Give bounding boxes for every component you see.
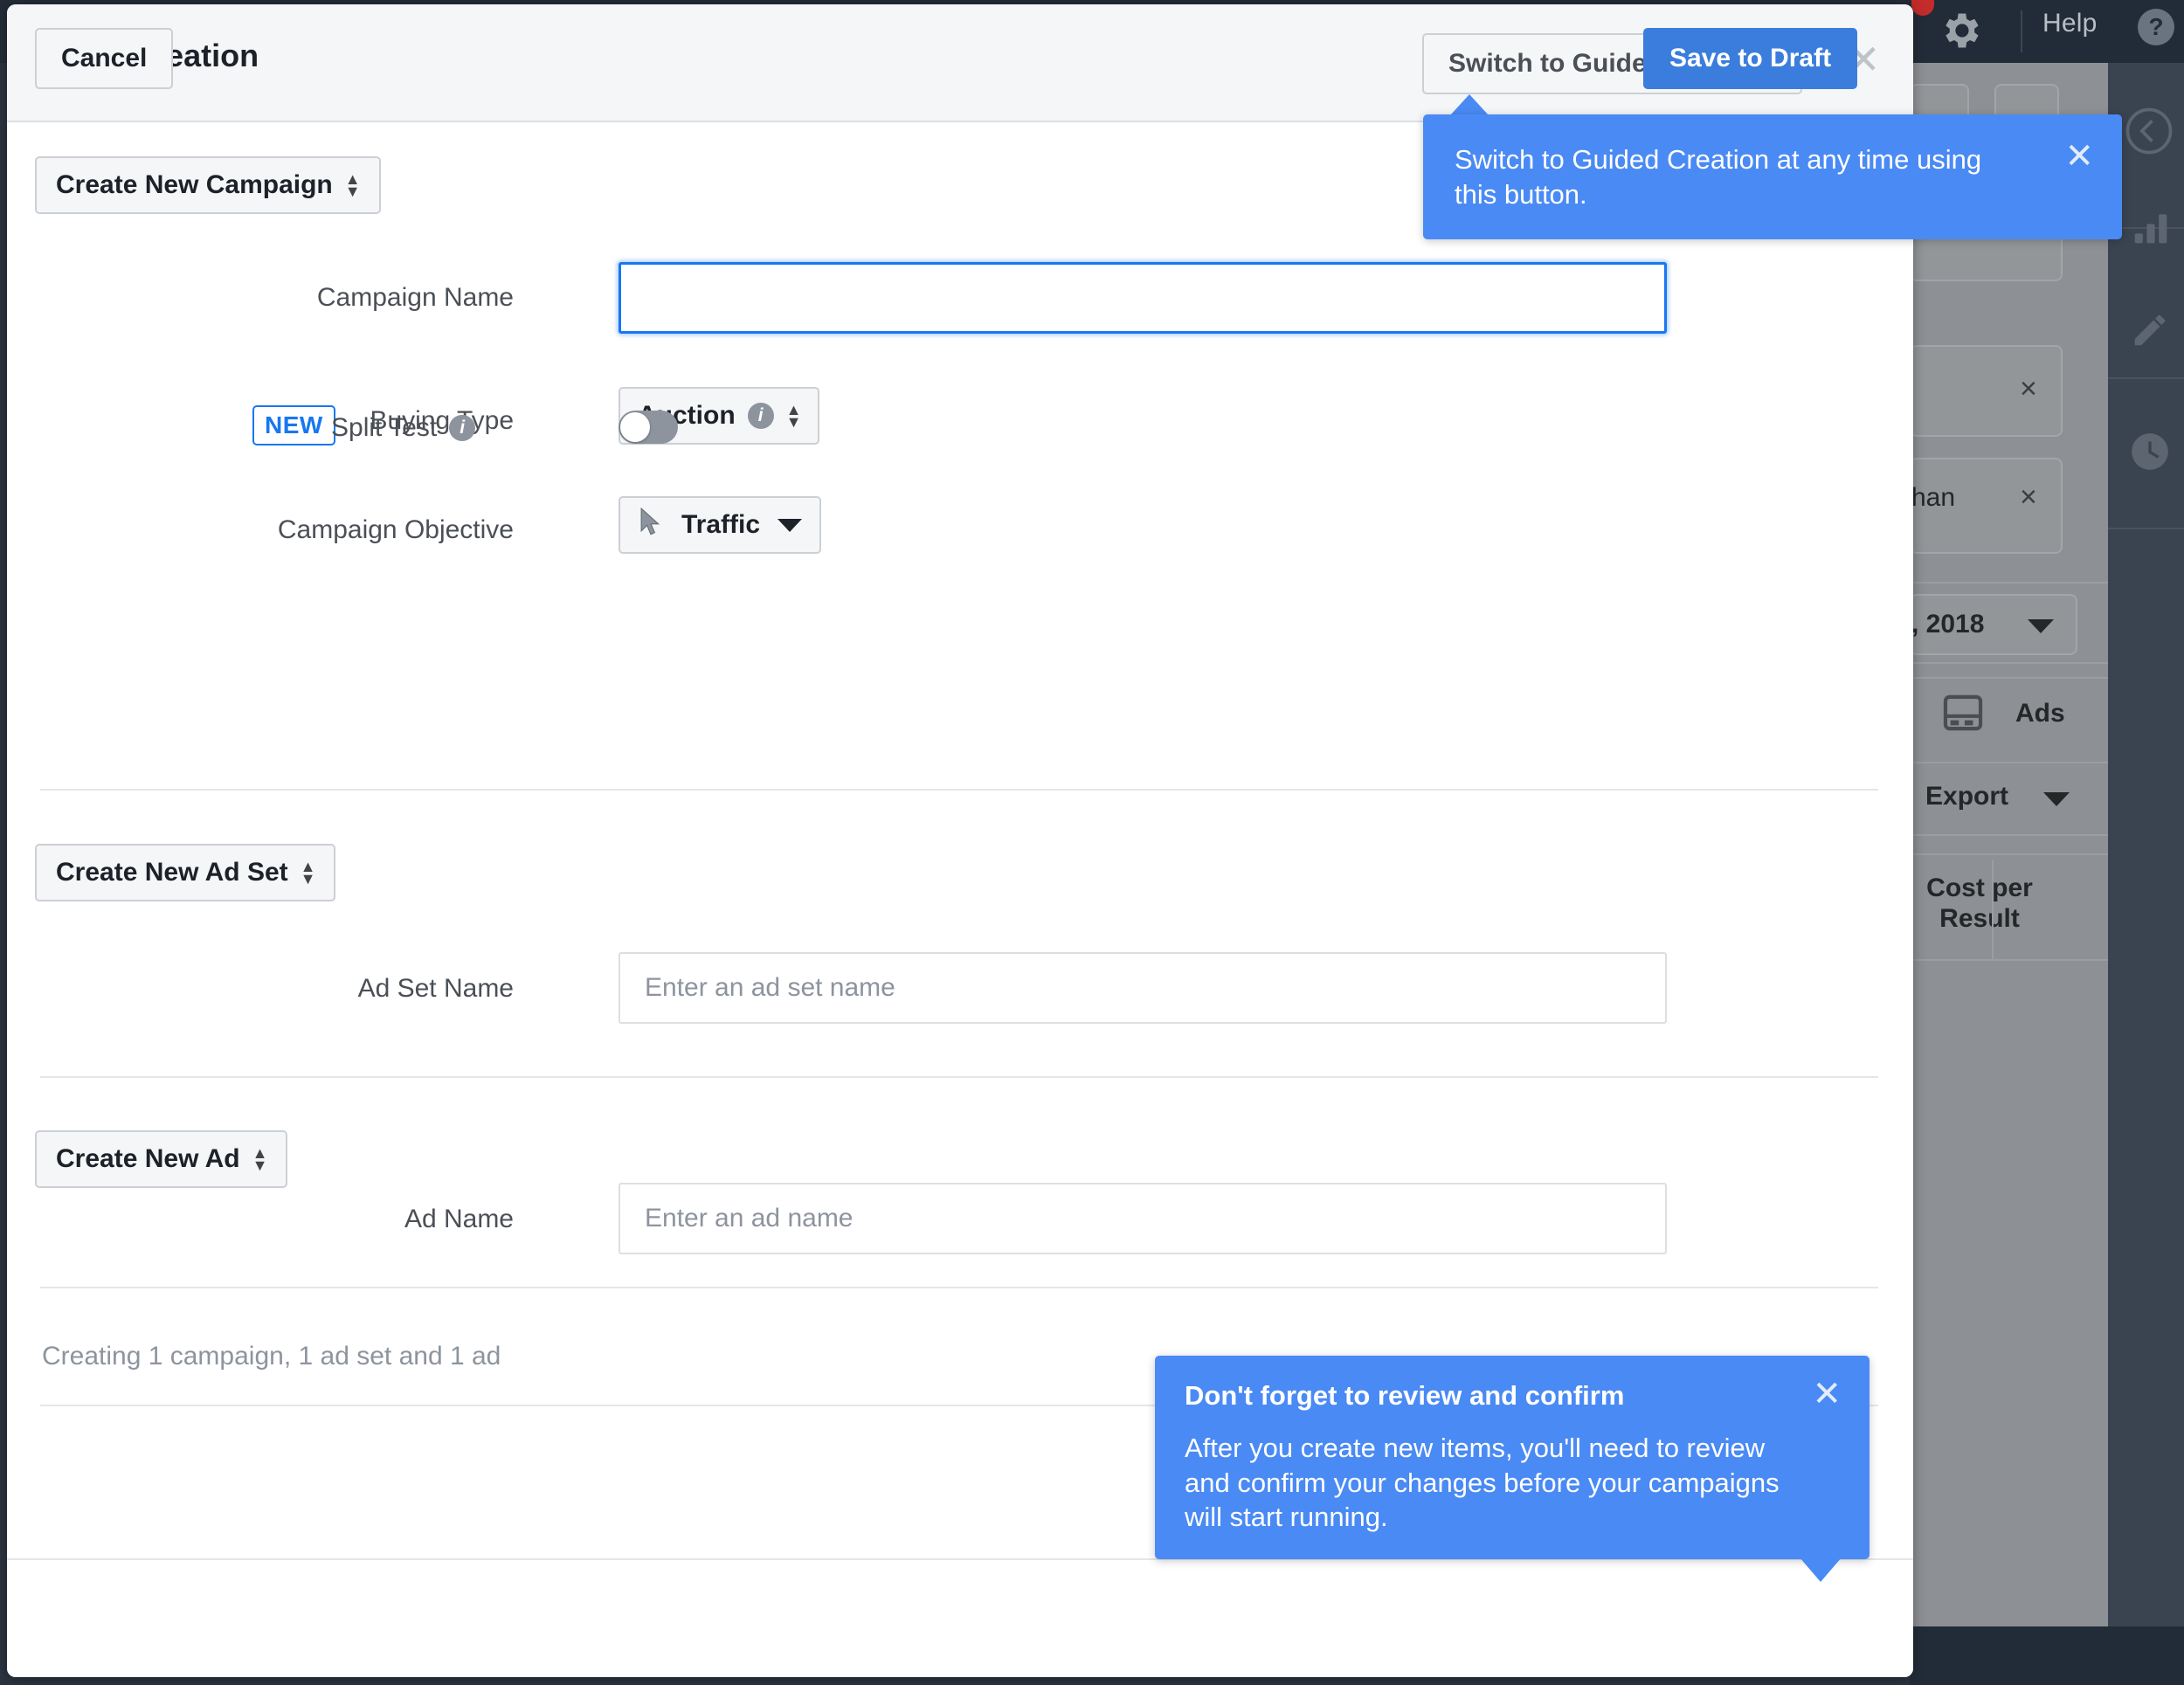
up-down-arrows-icon: ▲ ▼ xyxy=(344,170,361,200)
section-divider xyxy=(40,1287,1878,1288)
background-chip-text: han xyxy=(1911,483,1956,512)
dialog-footer xyxy=(7,1558,1913,1677)
help-link[interactable]: Help xyxy=(2042,9,2098,38)
split-test-label: Split Test xyxy=(331,413,438,442)
campaign-name-input[interactable] xyxy=(619,262,1667,334)
pencil-icon[interactable] xyxy=(2130,310,2170,355)
toggle-knob xyxy=(620,412,650,442)
create-new-campaign-label: Create New Campaign xyxy=(56,170,333,199)
ad-name-input[interactable] xyxy=(619,1183,1667,1254)
column-header-cost-per-result: Cost per Result xyxy=(1926,874,2033,933)
ad-set-name-input[interactable] xyxy=(619,952,1667,1024)
up-down-arrows-icon: ▲ ▼ xyxy=(252,1144,268,1174)
save-to-draft-button[interactable]: Save to Draft xyxy=(1643,28,1858,89)
remove-icon[interactable]: × xyxy=(2020,374,2037,404)
tooltip-review-body: After you create new items, you'll need … xyxy=(1185,1433,1780,1533)
bar-chart-icon[interactable] xyxy=(2132,208,2170,251)
create-new-campaign-selector[interactable]: Create New Campaign ▲ ▼ xyxy=(35,156,381,214)
question-circle-icon[interactable]: ? xyxy=(2138,9,2174,45)
create-new-ad-set-selector[interactable]: Create New Ad Set ▲ ▼ xyxy=(35,844,336,901)
section-divider xyxy=(40,1076,1878,1078)
chevron-down-icon xyxy=(2043,792,2070,806)
creation-summary-text: Creating 1 campaign, 1 ad set and 1 ad xyxy=(42,1342,501,1371)
date-range-label: , 2018 xyxy=(1911,610,1985,639)
ads-panel-icon xyxy=(1942,694,1984,735)
background-divider xyxy=(1910,959,2108,961)
new-badge: NEW xyxy=(252,405,335,445)
export-button-label[interactable]: Export xyxy=(1925,782,2008,811)
split-test-label-group: Split Test i xyxy=(331,413,476,443)
tooltip-guided-body: Switch to Guided Creation at any time us… xyxy=(1455,144,1982,210)
tooltip-review-confirm: Don't forget to review and confirm After… xyxy=(1155,1356,1870,1560)
gear-icon[interactable] xyxy=(1938,8,1983,53)
section-divider xyxy=(40,789,1878,791)
background-divider xyxy=(1910,762,2108,763)
background-content xyxy=(1910,63,2108,1626)
background-footer xyxy=(1910,1626,2184,1685)
close-icon[interactable]: ✕ xyxy=(2064,139,2094,174)
campaign-objective-value: Traffic xyxy=(681,510,761,539)
background-divider xyxy=(1910,677,2108,679)
background-right-rail xyxy=(2108,63,2184,1626)
clock-icon[interactable] xyxy=(2128,430,2172,478)
tooltip-guided-creation: Switch to Guided Creation at any time us… xyxy=(1423,114,2122,240)
background-divider xyxy=(1910,853,2108,855)
create-new-ad-selector[interactable]: Create New Ad ▲ ▼ xyxy=(35,1130,288,1188)
chevron-left-circle-icon[interactable] xyxy=(2125,107,2174,160)
split-test-toggle[interactable] xyxy=(619,411,678,444)
info-icon[interactable]: i xyxy=(747,403,774,429)
tooltip-arrow-guided xyxy=(1450,94,1489,115)
info-icon[interactable]: i xyxy=(449,415,476,441)
topbar-divider xyxy=(2021,10,2022,52)
rail-divider xyxy=(2108,377,2184,379)
ad-set-name-label: Ad Set Name xyxy=(357,974,514,1003)
campaign-objective-selector[interactable]: Traffic xyxy=(619,496,822,554)
cancel-button[interactable]: Cancel xyxy=(35,28,174,89)
tooltip-arrow-review xyxy=(1800,1557,1842,1582)
cursor-arrow-icon xyxy=(638,507,664,543)
ad-name-label: Ad Name xyxy=(404,1205,514,1233)
tab-ads-label[interactable]: Ads xyxy=(2015,699,2065,729)
campaign-objective-label: Campaign Objective xyxy=(277,515,514,544)
close-icon[interactable]: ✕ xyxy=(1812,1377,1842,1412)
up-down-arrows-icon: ▲ ▼ xyxy=(300,858,316,887)
background-divider xyxy=(1992,860,1994,959)
background-divider xyxy=(1910,834,2108,836)
up-down-arrows-icon: ▲ ▼ xyxy=(785,401,802,431)
tooltip-review-title: Don't forget to review and confirm xyxy=(1185,1380,1625,1411)
dialog-body: Create New Campaign ▲ ▼ Campaign Name Buy… xyxy=(7,122,1913,1558)
background-chip xyxy=(1910,345,2063,437)
create-new-ad-set-label: Create New Ad Set xyxy=(56,858,288,887)
background-divider xyxy=(1910,662,2108,664)
campaign-name-label: Campaign Name xyxy=(316,283,514,312)
background-divider xyxy=(1910,582,2108,584)
chevron-down-icon xyxy=(2028,619,2054,633)
create-new-ad-label: Create New Ad xyxy=(56,1144,240,1173)
rail-divider xyxy=(2108,528,2184,529)
chevron-down-icon xyxy=(778,518,803,532)
remove-icon[interactable]: × xyxy=(2020,482,2037,512)
